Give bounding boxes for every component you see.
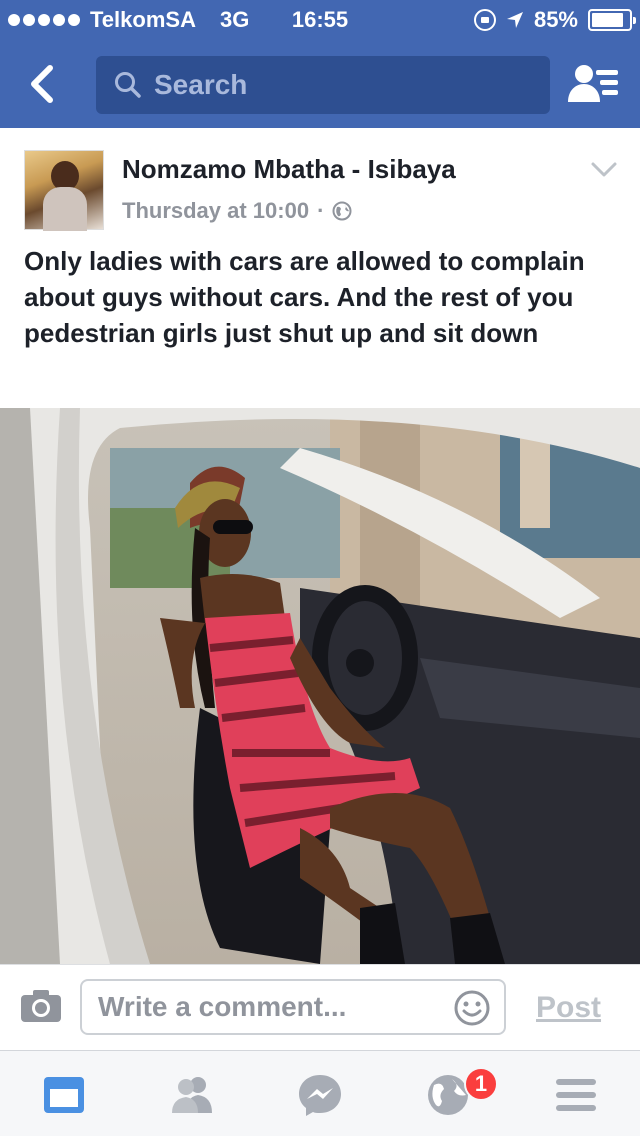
post-header: Nomzamo Mbatha - Isibaya Thursday at 10:… [0, 128, 640, 238]
search-input[interactable]: Search [96, 56, 550, 114]
friend-requests-icon [568, 65, 618, 102]
tab-bar: 1 [0, 1050, 640, 1136]
photo-illustration [0, 408, 640, 964]
news-feed-icon[interactable] [40, 1071, 88, 1119]
comment-placeholder: Write a comment... [98, 991, 347, 1022]
friend-requests-button[interactable] [568, 62, 620, 106]
chevron-down-icon[interactable] [590, 160, 618, 180]
chevron-left-icon [31, 65, 53, 103]
search-placeholder: Search [154, 69, 248, 100]
search-icon [114, 71, 142, 99]
location-arrow-icon [506, 11, 524, 29]
post-author[interactable]: Nomzamo Mbatha - Isibaya [122, 154, 456, 185]
status-bar: TelkomSA 3G 16:55 85% [0, 0, 640, 40]
navigation-bar: Search [0, 40, 640, 128]
friends-icon[interactable] [168, 1071, 216, 1119]
comment-bar: Write a comment... Post [0, 964, 640, 1050]
messenger-icon[interactable] [296, 1071, 344, 1119]
avatar[interactable] [24, 150, 104, 231]
comment-input[interactable]: Write a comment... [80, 979, 506, 1035]
post-meta: Thursday at 10:00 · [122, 198, 352, 224]
meta-separator: · [317, 198, 325, 223]
camera-icon[interactable] [20, 989, 62, 1023]
battery-icon [588, 9, 636, 31]
post-photo[interactable] [0, 408, 640, 964]
globe-icon [332, 201, 352, 221]
post-text: Only ladies with cars are allowed to com… [24, 246, 585, 348]
post-timestamp[interactable]: Thursday at 10:00 [122, 198, 309, 224]
post-comment-button[interactable]: Post [536, 991, 601, 1025]
battery-percent: 85% [533, 7, 578, 32]
rotation-lock-icon [473, 9, 496, 31]
smiley-icon[interactable] [454, 990, 490, 1026]
notifications-badge: 1 [464, 1067, 498, 1101]
menu-icon[interactable] [552, 1071, 600, 1119]
back-button[interactable] [22, 62, 66, 106]
